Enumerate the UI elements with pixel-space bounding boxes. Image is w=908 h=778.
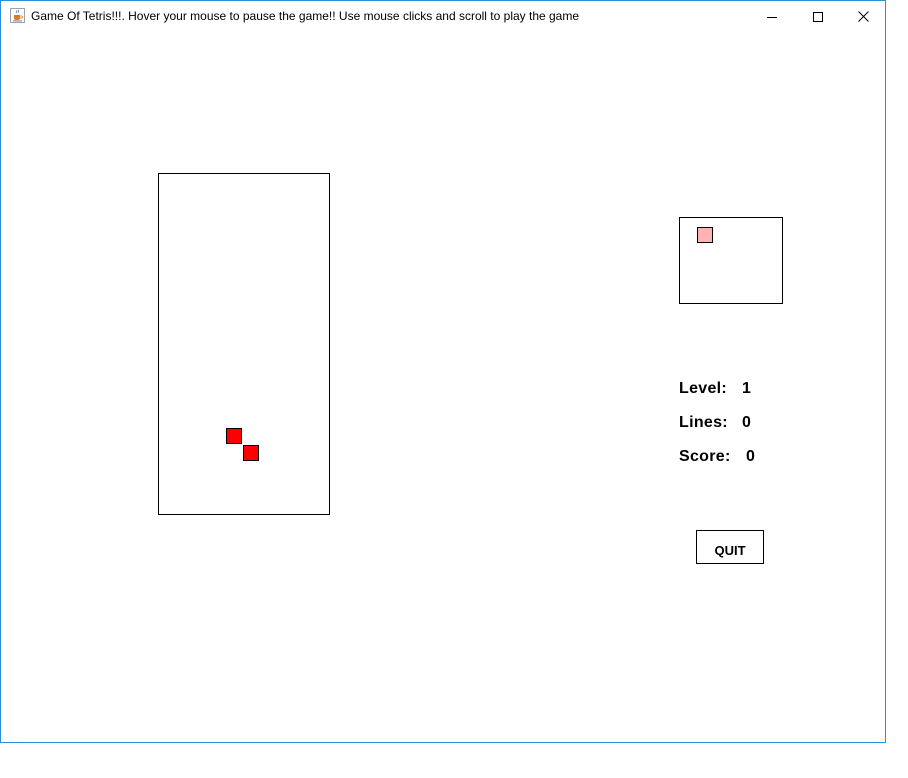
app-window: Game Of Tetris!!!. Hover your mouse to p…	[0, 0, 886, 743]
minimize-icon	[767, 12, 777, 22]
score-value: 0	[746, 448, 756, 465]
level-stat: Level: 1	[679, 380, 751, 398]
game-board[interactable]	[158, 173, 330, 515]
quit-button[interactable]: QUIT	[696, 530, 764, 564]
window-title: Game Of Tetris!!!. Hover your mouse to p…	[31, 9, 580, 23]
close-icon	[857, 11, 869, 22]
close-button[interactable]	[840, 1, 886, 32]
lines-label: Lines:	[679, 414, 728, 431]
score-label: Score:	[679, 448, 731, 465]
lines-value: 0	[742, 414, 752, 431]
next-piece-block	[697, 227, 713, 243]
title-bar[interactable]: Game Of Tetris!!!. Hover your mouse to p…	[1, 1, 885, 32]
minimize-button[interactable]	[749, 1, 795, 32]
next-piece-preview	[679, 217, 783, 304]
lines-stat: Lines: 0	[679, 414, 751, 432]
maximize-button[interactable]	[795, 1, 841, 32]
active-piece-block	[226, 428, 242, 444]
score-stat: Score: 0	[679, 448, 755, 466]
maximize-icon	[813, 11, 823, 22]
active-piece-block	[243, 445, 259, 461]
level-label: Level:	[679, 380, 728, 397]
level-value: 1	[742, 380, 752, 397]
java-coffee-cup-icon	[10, 8, 25, 23]
